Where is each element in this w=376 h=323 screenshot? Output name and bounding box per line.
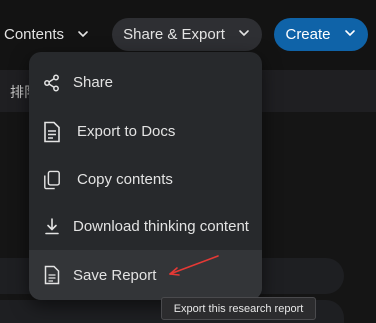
chevron-down-icon (76, 27, 90, 41)
chevron-down-icon (343, 26, 357, 44)
share-export-menu: Share Export to Docs Copy contents Downl… (29, 52, 262, 300)
menu-item-download-thinking[interactable]: Download thinking content (29, 203, 262, 250)
download-icon (43, 217, 61, 237)
menu-item-share[interactable]: Share (29, 59, 262, 106)
menu-item-label: Copy contents (77, 171, 173, 188)
share-export-label: Share & Export (123, 26, 225, 43)
menu-item-save-report[interactable]: Save Report (29, 250, 262, 300)
menu-item-label: Export to Docs (77, 123, 176, 140)
tooltip-text: Export this research report (173, 302, 304, 315)
contents-dropdown-button[interactable]: Contents (0, 16, 98, 52)
menu-item-copy-contents[interactable]: Copy contents (29, 156, 262, 203)
save-document-icon (43, 265, 61, 285)
menu-item-label: Save Report (73, 266, 157, 284)
menu-item-label: Share (73, 74, 114, 91)
share-export-button[interactable]: Share & Export (112, 18, 262, 51)
share-icon (43, 73, 61, 93)
menu-item-export-to-docs[interactable]: Export to Docs (29, 108, 262, 155)
copy-icon (43, 170, 61, 190)
contents-label: Contents (4, 25, 65, 43)
create-button[interactable]: Create (274, 18, 368, 51)
annotation-arrow (169, 255, 219, 276)
create-label: Create (285, 26, 331, 43)
app-window: Contents Share & Export Create 排队 Share … (0, 0, 376, 323)
document-icon (43, 121, 61, 142)
tooltip: Export this research report (161, 297, 316, 320)
menu-item-label: Download thinking content (73, 218, 249, 235)
chevron-down-icon (237, 26, 251, 44)
